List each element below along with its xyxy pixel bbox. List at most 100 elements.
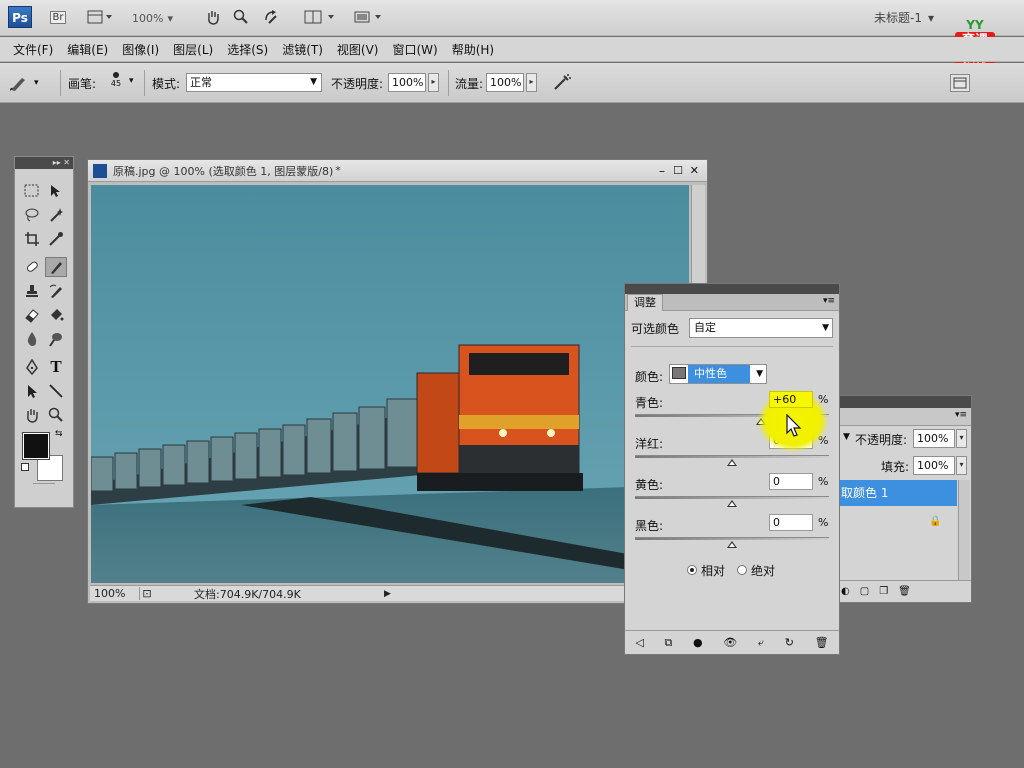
status-menu-arrow[interactable]: ▶ [384, 589, 391, 599]
tools-panel: ▸▸ ✕ T ⇆ [14, 156, 74, 508]
workspace-switcher[interactable]: 未标题-1 ▾ [874, 9, 934, 26]
clip-to-layer-icon[interactable]: ● [693, 636, 703, 649]
paint-bucket-tool[interactable] [45, 305, 67, 325]
document-canvas[interactable] [91, 185, 689, 583]
menu-edit[interactable]: 编辑(E) [60, 41, 115, 58]
previous-state-icon[interactable]: ⤶ [758, 636, 764, 650]
marquee-tool[interactable] [21, 181, 43, 201]
opacity-label: 不透明度: [331, 77, 384, 91]
menu-select[interactable]: 选择(S) [220, 41, 275, 58]
lasso-tool[interactable] [21, 205, 43, 225]
move-icon [51, 185, 60, 197]
close-icon[interactable]: ✕ [690, 164, 699, 177]
slider-track[interactable] [635, 496, 829, 499]
line-tool[interactable] [45, 381, 67, 401]
document-title: 原稿.jpg @ 100% (选取颜色 1, 图层蒙版/8) [113, 164, 334, 178]
zoom-level-select[interactable]: 100% ▾ [132, 9, 180, 27]
expand-view-icon[interactable]: ⧉ [664, 636, 672, 650]
trash-icon[interactable]: 🗑 [898, 586, 911, 597]
slider-value-input[interactable]: +60 [769, 391, 813, 408]
zoom-tool-button[interactable] [230, 6, 252, 28]
layer-group-icon[interactable]: ▢ [860, 586, 869, 597]
brush-picker[interactable]: 45 [108, 70, 124, 96]
slider-thumb[interactable] [727, 500, 737, 507]
eraser-tool[interactable] [21, 305, 43, 325]
blur-tool[interactable] [21, 329, 43, 349]
adjustments-panel-header[interactable] [625, 284, 839, 294]
adjustment-layer-icon[interactable]: ◐ [841, 586, 850, 597]
rotate-view-button[interactable] [260, 6, 282, 28]
menu-file[interactable]: 文件(F) [6, 41, 60, 58]
layers-scrollbar[interactable] [958, 480, 970, 580]
reset-icon[interactable]: ↻ [785, 636, 794, 649]
relative-radio[interactable] [687, 565, 697, 575]
menu-window[interactable]: 窗口(W) [385, 41, 444, 58]
type-tool[interactable]: T [45, 357, 67, 377]
opacity-input[interactable]: 100% [388, 73, 426, 92]
screen-mode-button[interactable] [352, 6, 388, 28]
color-range-select[interactable]: 中性色 ▼ [669, 364, 767, 384]
menu-layer[interactable]: 图层(L) [166, 41, 220, 58]
layers-panel-header[interactable] [837, 396, 971, 408]
flow-slider-button[interactable]: ▸ [526, 73, 537, 92]
tool-preset-picker[interactable]: ▾ [8, 72, 58, 94]
zoom-tool[interactable] [45, 405, 67, 425]
hand-tool-button[interactable] [202, 6, 224, 28]
slider-value-input[interactable]: 0 [769, 473, 813, 490]
crop-tool[interactable] [21, 229, 43, 249]
path-selection-tool[interactable] [21, 381, 43, 401]
tab-adjustments[interactable]: 调整 [627, 294, 663, 311]
chevron-down-icon[interactable]: ▾ [129, 76, 134, 86]
panel-menu-icon[interactable]: ▾≡ [955, 410, 967, 420]
blend-mode-select[interactable]: 正常 ▼ [186, 73, 322, 92]
maximize-icon[interactable]: ☐ [673, 164, 683, 177]
panel-menu-icon[interactable]: ▾≡ [823, 296, 835, 306]
hand-tool[interactable] [21, 405, 43, 425]
healing-brush-tool[interactable] [21, 257, 43, 277]
pen-tool[interactable] [21, 357, 43, 377]
new-layer-icon[interactable]: ❐ [879, 586, 888, 597]
back-arrow-icon[interactable]: ◁ [635, 636, 643, 649]
slider-thumb[interactable] [727, 541, 737, 548]
minimize-icon[interactable]: – [659, 164, 665, 178]
opacity-slider-button[interactable]: ▾ [956, 429, 967, 448]
layer-row-selected[interactable]: 取颜色 1 [837, 480, 957, 506]
dodge-tool[interactable] [45, 329, 67, 349]
chevron-down-icon[interactable]: ▼ [843, 432, 850, 442]
airbrush-toggle[interactable] [552, 72, 574, 94]
trash-icon[interactable]: 🗑 [815, 636, 829, 649]
clone-stamp-tool[interactable] [21, 281, 43, 301]
visibility-eye-icon[interactable]: 👁 [723, 636, 737, 649]
slider-thumb[interactable] [727, 459, 737, 466]
menu-view[interactable]: 视图(V) [330, 41, 386, 58]
menu-filter[interactable]: 滤镜(T) [275, 41, 330, 58]
menu-image[interactable]: 图像(I) [115, 41, 166, 58]
eyedropper-tool[interactable] [45, 229, 67, 249]
brush-tool[interactable] [45, 257, 67, 277]
document-window: 原稿.jpg @ 100% (选取颜色 1, 图层蒙版/8) * – ☐ ✕ 1… [87, 159, 708, 604]
layer-opacity-input[interactable]: 100% [913, 429, 955, 448]
tools-panel-header[interactable]: ▸▸ ✕ [15, 157, 73, 169]
slider-value-input[interactable]: 0 [769, 514, 813, 531]
brush-panel-toggle[interactable] [950, 74, 970, 92]
document-title-bar[interactable]: 原稿.jpg @ 100% (选取颜色 1, 图层蒙版/8) * – ☐ ✕ [88, 160, 707, 182]
fill-input[interactable]: 100% [913, 456, 955, 475]
preset-select[interactable]: 自定 ▼ [689, 318, 833, 338]
bridge-button[interactable]: Br [46, 6, 70, 28]
arrange-documents-button[interactable] [302, 6, 342, 28]
status-zoom[interactable]: 100% [90, 587, 140, 600]
fill-slider-button[interactable]: ▾ [956, 456, 967, 475]
history-brush-tool[interactable] [45, 281, 67, 301]
slider-track[interactable] [635, 537, 829, 540]
flow-input[interactable]: 100% [486, 73, 524, 92]
slider-track[interactable] [635, 455, 829, 458]
default-colors-icon[interactable] [21, 463, 29, 471]
foreground-color-swatch[interactable] [22, 432, 50, 460]
menu-help[interactable]: 帮助(H) [445, 41, 501, 58]
view-extras-button[interactable] [82, 6, 118, 28]
magic-wand-tool[interactable] [45, 205, 67, 225]
move-tool[interactable] [45, 181, 67, 201]
swap-colors-icon[interactable]: ⇆ [55, 429, 63, 439]
opacity-slider-button[interactable]: ▸ [428, 73, 439, 92]
absolute-radio[interactable] [737, 565, 747, 575]
